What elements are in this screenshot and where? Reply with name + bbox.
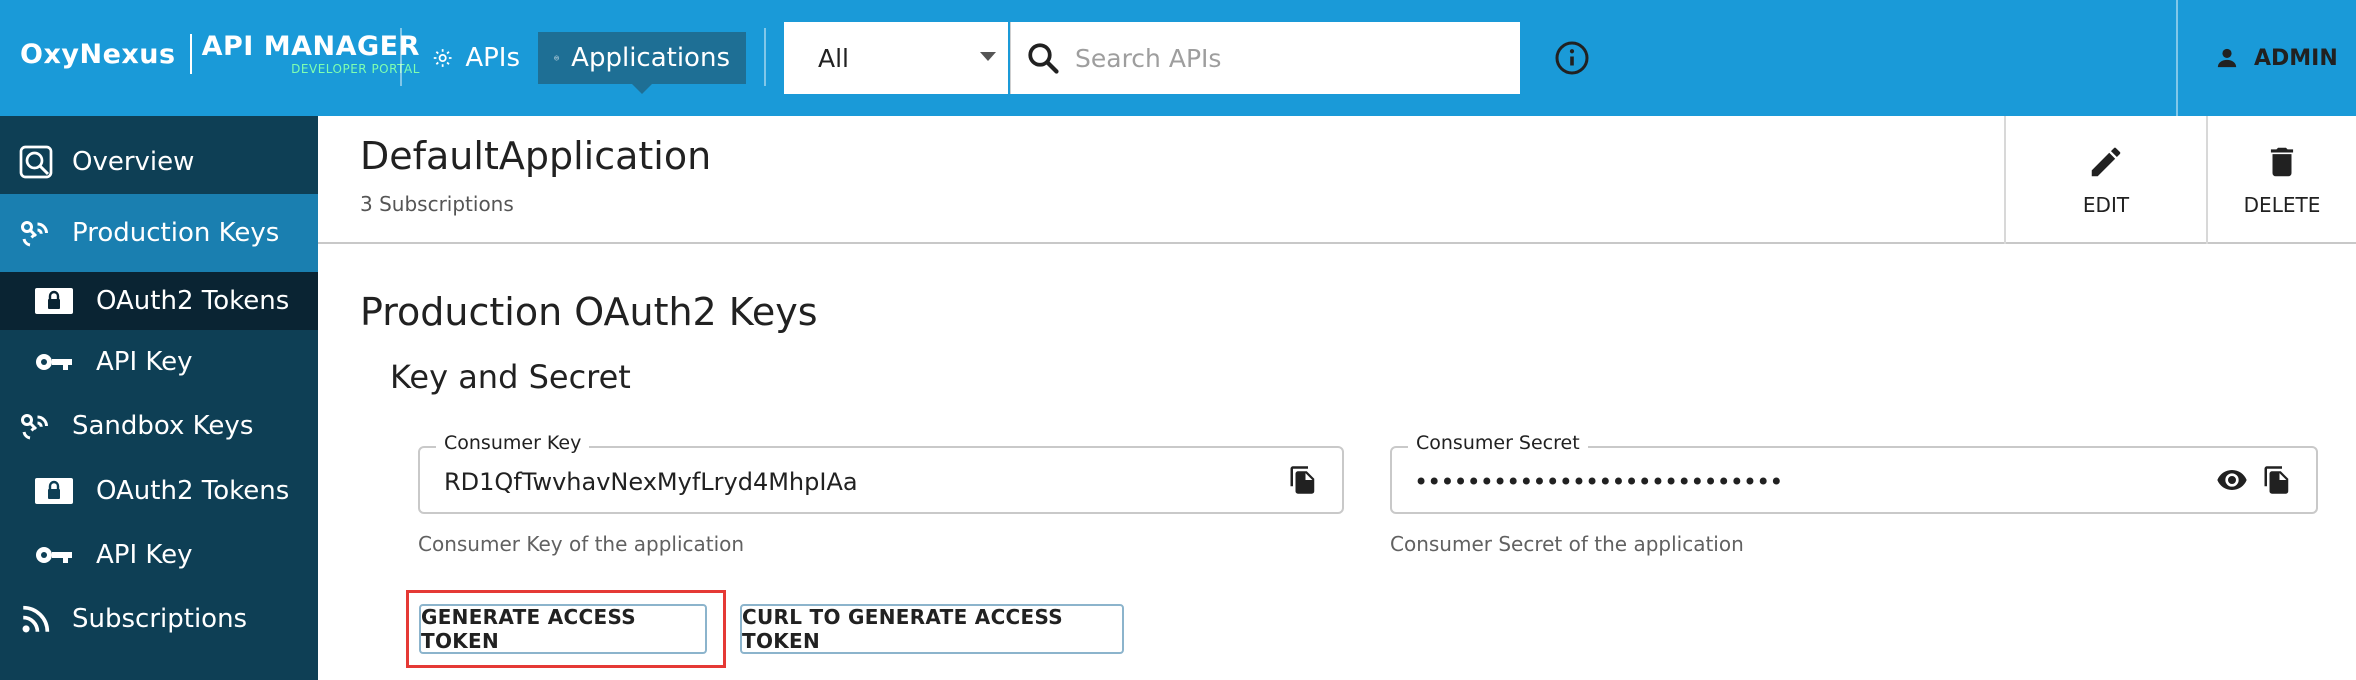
- sidebar-item-label: API Key: [96, 347, 193, 377]
- sidebar-item-sandbox-oauth2-tokens[interactable]: OAuth2 Tokens: [0, 462, 318, 520]
- sidebar-item-sandbox-api-key[interactable]: API Key: [0, 526, 318, 584]
- brand-title-block: API MANAGER DEVELOPER PORTAL: [202, 33, 420, 75]
- sidebar-item-subscriptions[interactable]: Subscriptions: [0, 584, 318, 654]
- sidebar-item-sandbox-keys[interactable]: Sandbox Keys: [0, 394, 318, 458]
- top-bar: OxyNexus API MANAGER DEVELOPER PORTAL AP…: [0, 0, 2356, 116]
- sidebar-item-label: OAuth2 Tokens: [96, 476, 290, 506]
- info-icon[interactable]: [1554, 40, 1590, 76]
- application-header: DefaultApplication 3 Subscriptions EDIT …: [318, 116, 2356, 244]
- rss-icon: [18, 601, 54, 637]
- sidebar-item-oauth2-tokens[interactable]: OAuth2 Tokens: [0, 272, 318, 330]
- user-name: ADMIN: [2254, 45, 2338, 71]
- nav-applications-label: Applications: [571, 43, 730, 73]
- user-icon: [2217, 48, 2237, 68]
- dropdown-arrow-icon: [980, 52, 996, 61]
- consumer-secret-helper: Consumer Secret of the application: [1390, 532, 1744, 556]
- search-input[interactable]: [1075, 43, 1495, 73]
- brand-subtitle: DEVELOPER PORTAL: [291, 62, 420, 76]
- pencil-icon: [2091, 147, 2121, 177]
- search-box: [1010, 22, 1520, 94]
- sidebar-item-label: Sandbox Keys: [72, 411, 254, 441]
- api-filter-value: All: [818, 43, 849, 73]
- curl-generate-token-button[interactable]: CURL TO GENERATE ACCESS TOKEN: [740, 604, 1124, 654]
- eye-icon[interactable]: [2216, 464, 2248, 496]
- sidebar-item-production-keys[interactable]: Production Keys: [0, 194, 318, 272]
- consumer-key-label: Consumer Key: [436, 432, 590, 454]
- keys-icon: [18, 408, 54, 444]
- edit-button[interactable]: EDIT: [2004, 116, 2206, 244]
- brand-logo[interactable]: OxyNexus API MANAGER DEVELOPER PORTAL: [20, 32, 420, 76]
- sidebar-item-api-key[interactable]: API Key: [0, 330, 318, 394]
- nav-apis-label: APIs: [465, 43, 520, 73]
- consumer-secret-value: ••••••••••••••••••••••••••••: [1414, 468, 1783, 496]
- lock-icon: [34, 286, 74, 316]
- consumer-key-value: RD1QfTwvhavNexMyfLryd4MhpIAa: [444, 468, 858, 496]
- topbar-divider: [764, 28, 766, 86]
- nav-applications-button[interactable]: Applications: [538, 32, 746, 84]
- overview-icon: [18, 144, 54, 180]
- section-title: Production OAuth2 Keys: [360, 290, 818, 334]
- gear-icon: [433, 49, 452, 67]
- consumer-secret-actions: [2216, 464, 2292, 496]
- copy-icon[interactable]: [2262, 464, 2292, 496]
- sidebar-item-label: Production Keys: [72, 218, 280, 248]
- brand-name: OxyNexus: [20, 38, 176, 70]
- sidebar-item-label: API Key: [96, 540, 193, 570]
- generate-access-token-button[interactable]: GENERATE ACCESS TOKEN: [419, 604, 707, 654]
- brand-title: API MANAGER: [201, 31, 420, 62]
- subsection-title: Key and Secret: [390, 358, 631, 396]
- keys-icon: [18, 215, 54, 251]
- user-menu-button[interactable]: ADMIN: [2176, 0, 2356, 116]
- sidebar-item-label: Subscriptions: [72, 604, 248, 634]
- key-icon: [34, 347, 74, 377]
- consumer-secret-label: Consumer Secret: [1408, 432, 1588, 454]
- delete-label: DELETE: [2243, 193, 2321, 217]
- api-filter-select[interactable]: All: [784, 22, 1008, 94]
- sidebar-item-overview[interactable]: Overview: [0, 130, 318, 194]
- active-nav-caret: [632, 84, 652, 94]
- delete-button[interactable]: DELETE: [2206, 116, 2356, 244]
- brand-separator: [189, 34, 192, 74]
- trash-icon: [2270, 147, 2294, 177]
- search-icon[interactable]: [1025, 40, 1061, 76]
- subscription-count: 3 Subscriptions: [360, 192, 514, 216]
- sidebar: Overview Production Keys OAuth2 Tokens A…: [0, 116, 318, 680]
- sidebar-item-label: OAuth2 Tokens: [96, 286, 290, 316]
- edit-label: EDIT: [2082, 193, 2130, 217]
- consumer-secret-field[interactable]: Consumer Secret ••••••••••••••••••••••••…: [1390, 432, 2318, 514]
- sidebar-item-label: Overview: [72, 147, 195, 177]
- consumer-key-actions: [1288, 464, 1318, 496]
- consumer-key-helper: Consumer Key of the application: [418, 532, 745, 556]
- nav-apis-button[interactable]: APIs: [420, 32, 532, 84]
- consumer-key-field[interactable]: Consumer Key RD1QfTwvhavNexMyfLryd4MhpIA…: [418, 432, 1344, 514]
- applications-icon: [554, 55, 559, 61]
- lock-icon: [34, 476, 74, 506]
- topbar-divider: [400, 28, 402, 86]
- page-title: DefaultApplication: [360, 134, 712, 178]
- copy-icon[interactable]: [1288, 464, 1318, 496]
- key-icon: [34, 540, 74, 570]
